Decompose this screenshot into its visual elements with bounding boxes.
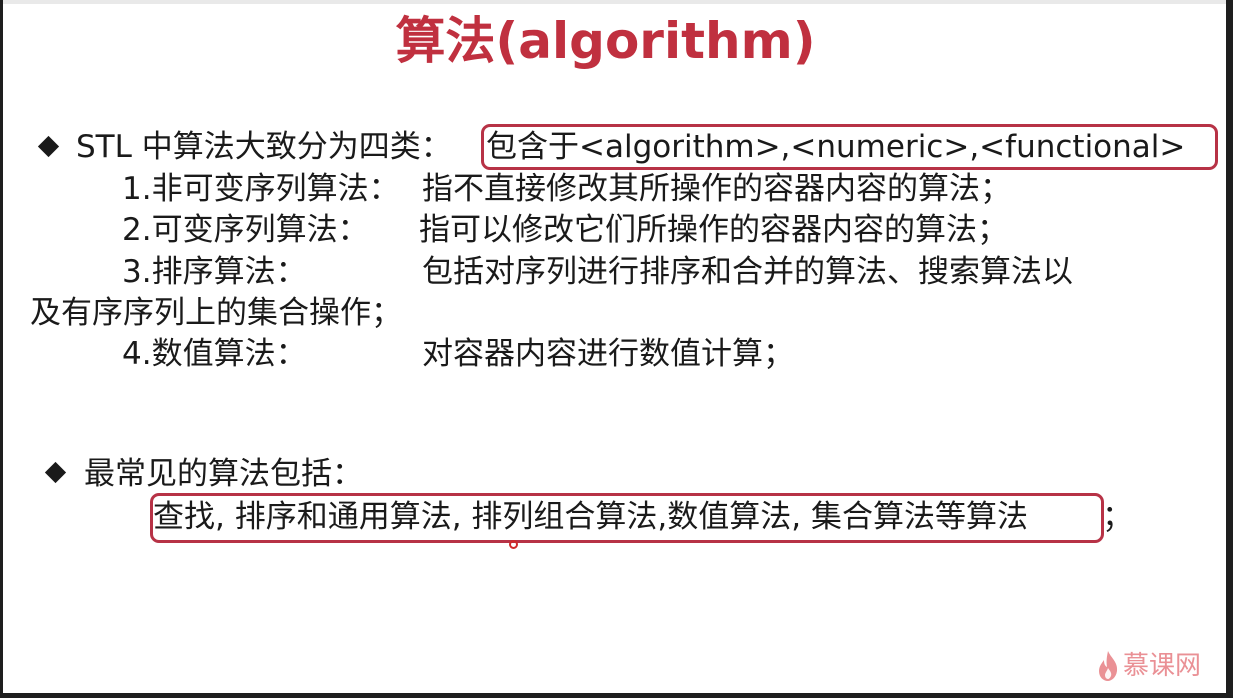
diamond-bullet-icon <box>44 461 67 484</box>
item-1-label: 1.非可变序列算法： <box>122 171 400 207</box>
section1-bullet-text: STL 中算法大致分为四类： <box>76 129 452 165</box>
mouse-pointer-indicator <box>509 540 518 549</box>
slide: 算法(algorithm) STL 中算法大致分为四类： 包含于<algorit… <box>3 0 1226 693</box>
flame-logo-icon <box>1099 651 1118 681</box>
item-4-description: 对容器内容进行数值计算； <box>422 336 794 372</box>
item-3-label: 3.排序算法： <box>122 254 307 290</box>
slide-title: 算法(algorithm) <box>395 12 816 70</box>
common-algorithms-text: 查找, 排序和通用算法, 排列组合算法,数值算法, 集合算法等算法 <box>153 499 1028 535</box>
common-algorithms-trailing-punctuation: ； <box>1102 499 1133 535</box>
header-highlight-text: 包含于<algorithm>,<numeric>,<functional> <box>486 129 1186 165</box>
slide-top-band <box>3 0 1226 4</box>
item-3-description: 包括对序列进行排序和合并的算法、搜索算法以 <box>422 254 1073 290</box>
item-1-description: 指不直接修改其所操作的容器内容的算法； <box>422 171 1011 207</box>
diamond-bullet-icon <box>37 135 60 158</box>
item-2-label: 2.可变序列算法： <box>122 212 369 248</box>
item-2-description: 指可以修改它们所操作的容器内容的算法； <box>419 212 1008 248</box>
item-3-continuation: 及有序序列上的集合操作； <box>30 295 402 331</box>
watermark-logo: 慕课网 <box>1097 648 1201 684</box>
item-4-label: 4.数值算法： <box>122 336 307 372</box>
section2-bullet-text: 最常见的算法包括： <box>84 456 363 492</box>
watermark-text: 慕课网 <box>1123 651 1202 681</box>
